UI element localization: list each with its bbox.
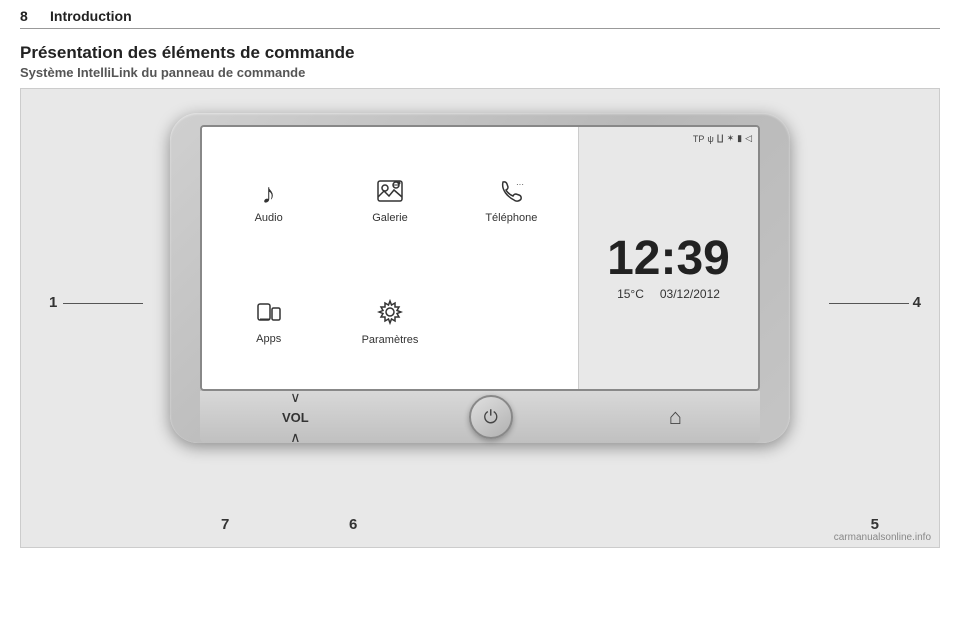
apps-icon — [256, 300, 282, 329]
watermark: carmanualsonline.info — [834, 532, 931, 543]
status-bar: TP ψ ∐ ✶ ▮ ◁ — [693, 133, 752, 144]
bluetooth-icon: ✶ — [727, 133, 735, 144]
app-icon-telephone[interactable]: ··· Téléphone — [453, 143, 570, 260]
callout-5: 5 — [871, 516, 879, 533]
audio-icon: ♪ — [262, 180, 276, 208]
page-title: Introduction — [50, 8, 132, 24]
date-display: 03/12/2012 — [660, 287, 720, 301]
gallery-icon — [376, 179, 404, 208]
line-4 — [829, 303, 909, 304]
page-number: 8 — [20, 8, 50, 24]
vol-label: VOL — [282, 410, 309, 425]
section-title: Présentation des éléments de commande — [0, 37, 960, 65]
apps-label: Apps — [256, 333, 281, 345]
callout-4: 4 — [913, 294, 921, 311]
volume-control[interactable]: ∨ VOL ∧ — [278, 389, 313, 446]
home-icon: ⌂ — [669, 404, 682, 430]
screen-left-panel: ♪ Audio — [202, 127, 578, 389]
power-button[interactable]: ⏻ — [469, 395, 513, 439]
audio-label: Audio — [255, 212, 283, 224]
clock-display: 12:39 — [607, 235, 730, 283]
speaker-icon: ◁ — [745, 133, 752, 144]
vol-down-icon[interactable]: ∨ — [290, 389, 300, 406]
telephone-label: Téléphone — [485, 212, 537, 224]
controls-bar: ∨ VOL ∧ ⏻ ⌂ — [200, 391, 760, 443]
header-divider — [20, 28, 940, 29]
tp-indicator: TP — [693, 134, 705, 144]
usb-icon: ∐ — [717, 133, 724, 144]
screen-right-panel: TP ψ ∐ ✶ ▮ ◁ 12:39 15°C 03/12/2012 — [578, 127, 758, 389]
date-temp-display: 15°C 03/12/2012 — [617, 287, 720, 301]
page-header: 8 Introduction — [0, 0, 960, 28]
infotainment-unit: ♪ Audio — [140, 113, 820, 523]
vol-up-icon[interactable]: ∧ — [290, 429, 300, 446]
home-button[interactable]: ⌂ — [669, 404, 682, 430]
app-icon-parametres[interactable]: Paramètres — [331, 264, 448, 381]
parametres-label: Paramètres — [362, 334, 419, 346]
section-subtitle: Système IntelliLink du panneau de comman… — [0, 65, 960, 88]
app-icon-apps[interactable]: Apps — [210, 264, 327, 381]
app-icon-audio[interactable]: ♪ Audio — [210, 143, 327, 260]
phone-icon: ··· — [498, 179, 524, 208]
signal-icon: ψ — [707, 134, 713, 144]
temperature-display: 15°C — [617, 287, 644, 301]
line-1 — [63, 303, 143, 304]
power-icon: ⏻ — [484, 407, 498, 428]
screen: ♪ Audio — [200, 125, 760, 391]
svg-text:···: ··· — [516, 180, 524, 189]
device-body: ♪ Audio — [170, 113, 790, 443]
callout-1: 1 — [49, 294, 57, 311]
app-icon-galerie[interactable]: Galerie — [331, 143, 448, 260]
galerie-label: Galerie — [372, 212, 407, 224]
figure-area: 1 2 3 4 5 6 7 ♪ Audio — [20, 88, 940, 548]
battery-icon: ▮ — [737, 133, 742, 144]
parametres-icon — [377, 299, 403, 330]
